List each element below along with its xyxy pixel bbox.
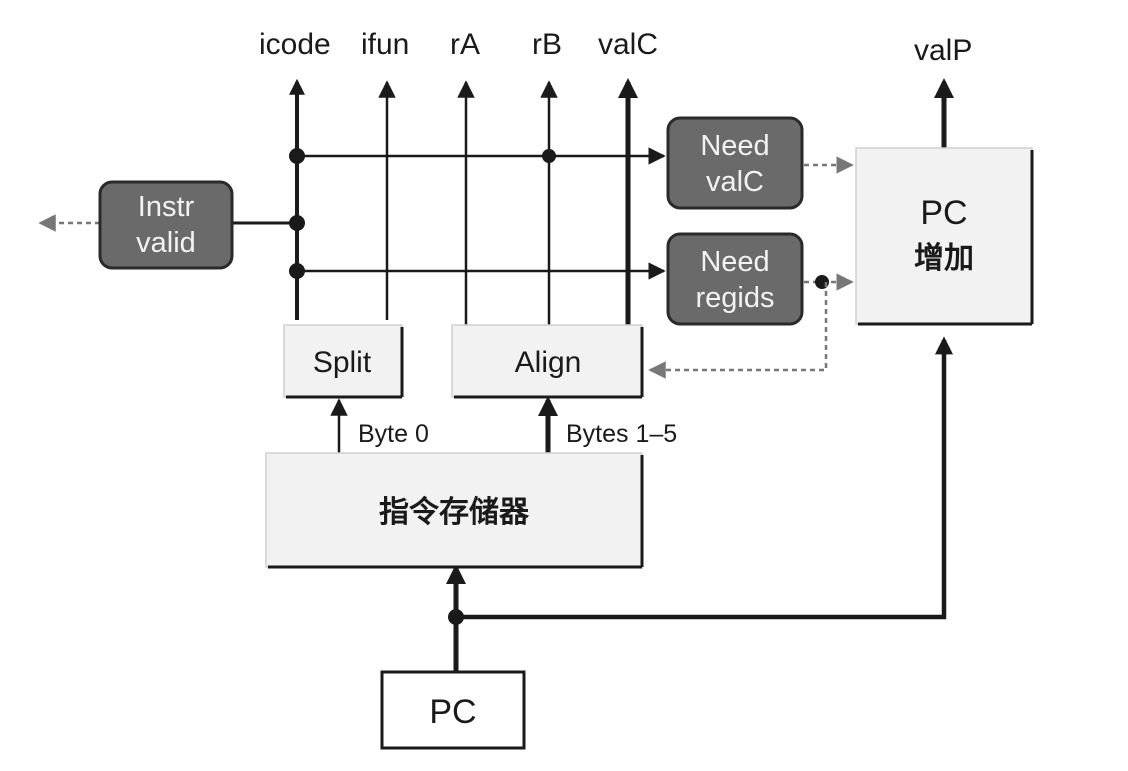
icode-label: icode [259, 28, 331, 61]
pc-increment-block: PC 增加 [855, 147, 1034, 326]
ifun-label: ifun [361, 28, 409, 61]
align-label: Align [515, 346, 582, 379]
junction-dot [448, 609, 464, 625]
junction-dot [289, 263, 305, 279]
instruction-memory-label: 指令存储器 [379, 495, 530, 530]
need-valc-label-1: Need [700, 130, 769, 162]
split-label: Split [313, 346, 372, 379]
fetch-stage-diagram: Instr valid Need valC Need regids PC 增加 … [38, 28, 1034, 750]
pc-register-label: PC [429, 693, 476, 731]
rb-label: rB [532, 28, 562, 61]
need-regids-block: Need regids [666, 232, 804, 326]
need-regids-label-1: Need [700, 246, 769, 278]
valc-label: valC [598, 28, 658, 61]
need-valc-label-2: valC [706, 166, 764, 198]
instr-valid-label-1: Instr [138, 191, 195, 223]
bytes1-5-label: Bytes 1–5 [566, 420, 677, 448]
junction-dot [289, 148, 305, 164]
need-regids-label-2: regids [696, 282, 775, 314]
instr-valid-block: Instr valid [98, 180, 234, 270]
ra-label: rA [450, 28, 480, 61]
need-valc-block: Need valC [666, 116, 804, 210]
pc-increment-label-2: 增加 [914, 241, 974, 276]
pc-register-block: PC [380, 670, 526, 750]
junction-dot [542, 149, 556, 163]
valp-label: valP [914, 34, 972, 67]
junction-dot [289, 215, 305, 231]
instruction-memory-block: 指令存储器 [265, 452, 644, 569]
instr-valid-label-2: valid [136, 227, 196, 259]
byte0-label: Byte 0 [358, 420, 429, 448]
pc-increment-label-1: PC [920, 194, 967, 232]
split-block: Split [283, 324, 404, 399]
align-block: Align [451, 324, 644, 399]
